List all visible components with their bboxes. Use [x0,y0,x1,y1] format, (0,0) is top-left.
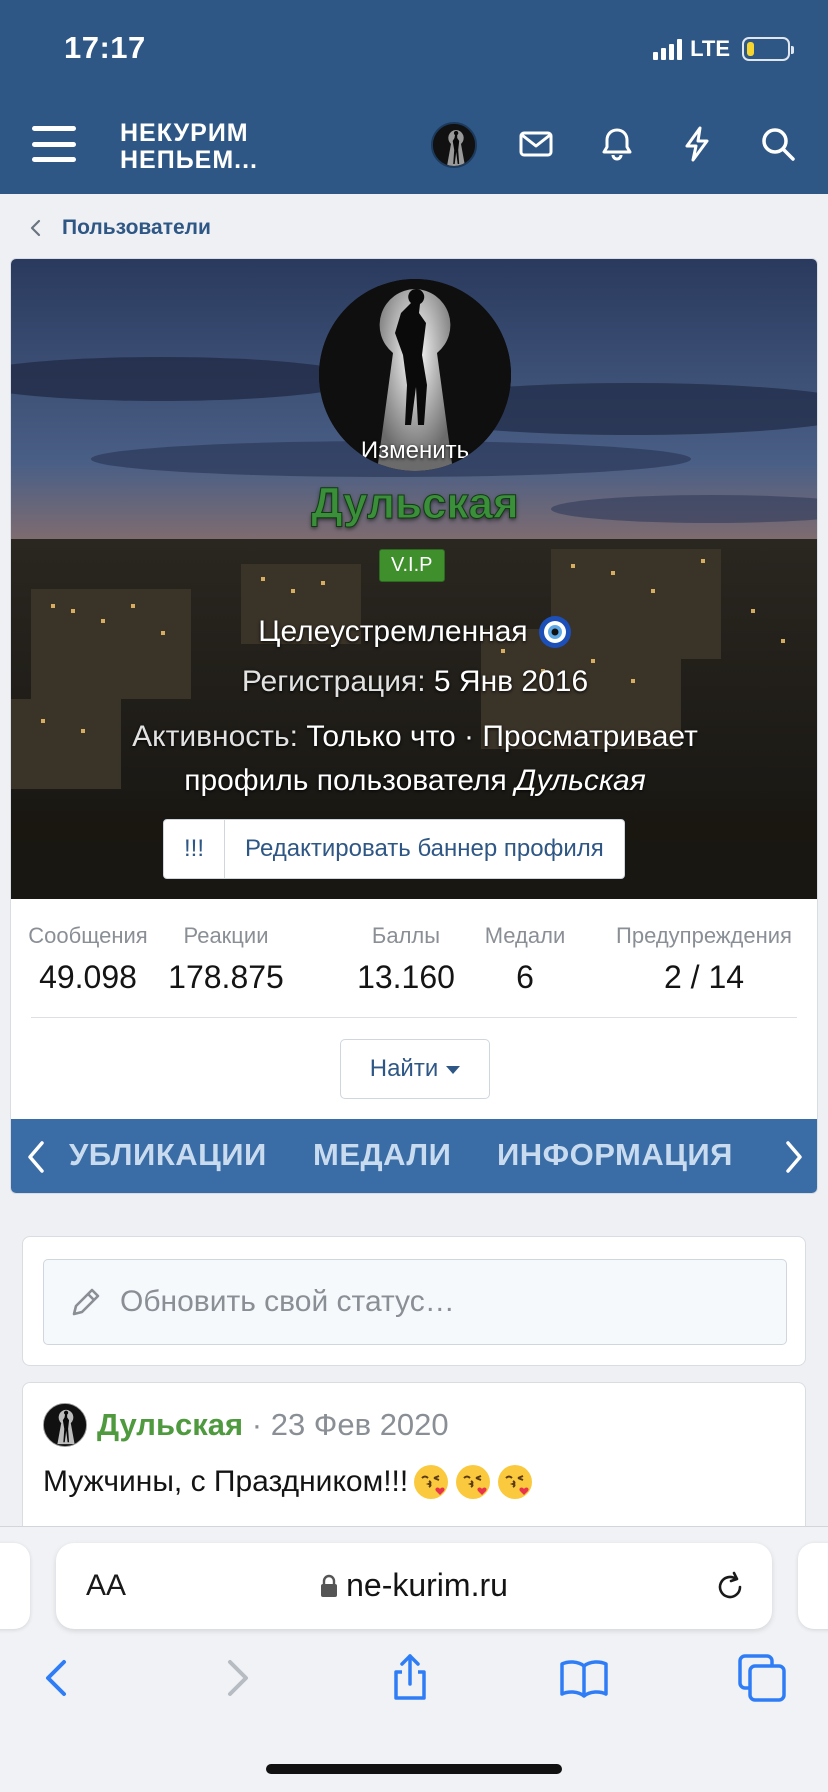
signal-icon [653,38,683,60]
profile-stats: Сообщения 49.098 Реакции 178.875 Баллы 1… [11,899,817,1019]
evil-eye-icon [538,616,571,648]
stat-label: Реакции [183,923,269,948]
user-title: Целеустремленная [11,615,817,649]
banner-button-group: !!! Редактировать баннер профиля [163,819,625,879]
bolt-icon[interactable] [677,124,717,164]
tab-information[interactable]: ИНФОРМАЦИЯ [497,1137,733,1173]
activity-user-link[interactable]: Дульская [515,764,646,797]
stat-label: Сообщения [28,923,148,948]
tabs-scroll-right-icon[interactable] [769,1119,817,1193]
reload-icon[interactable] [712,1569,748,1605]
pencil-icon [72,1288,100,1316]
activity-line: Активность: Только что · Просматривает п… [71,715,759,803]
menu-icon[interactable] [32,126,76,162]
breadcrumb[interactable]: Пользователи [26,216,211,240]
stat-label: Предупреждения [616,923,792,948]
stat-points[interactable]: Баллы 13.160 [343,923,469,996]
home-indicator [266,1764,562,1774]
profile-tabs: УБЛИКАЦИИ МЕДАЛИ ИНФОРМАЦИЯ [11,1119,817,1193]
tabs-scroll-left-icon[interactable] [11,1119,61,1193]
tab-medals[interactable]: МЕДАЛИ [313,1137,451,1173]
edit-banner-button[interactable]: Редактировать баннер профиля [224,820,624,878]
profile-banner: Изменить Дульская V.I.P Целеустремленная… [11,259,817,899]
bell-icon[interactable] [597,124,637,164]
app-header: 17:17 LTE НЕКУРИМ НЕПЬЕМ... [0,0,828,194]
status-indicators: LTE [653,36,794,62]
search-icon[interactable] [758,124,798,164]
profile-avatar[interactable]: Изменить [319,279,511,471]
tabs-icon[interactable] [736,1652,788,1704]
kiss-emoji-icon [456,1465,491,1499]
vip-badge: V.I.P [379,549,445,582]
exclaim-button[interactable]: !!! [164,820,224,878]
stats-divider [31,1017,797,1018]
share-icon[interactable] [384,1652,436,1704]
next-tab-preview[interactable] [798,1543,828,1629]
caret-down-icon [446,1066,461,1074]
profile-card: Изменить Дульская V.I.P Целеустремленная… [10,258,818,1194]
stat-value: 2 / 14 [663,959,745,995]
bookmarks-icon[interactable] [558,1652,610,1704]
stat-messages[interactable]: Сообщения 49.098 [23,923,153,996]
registration-line: Регистрация: 5 Янв 2016 [11,665,817,699]
battery-icon [742,37,794,61]
find-button[interactable]: Найти [340,1039,490,1099]
stat-label: Медали [484,923,566,948]
find-button-label: Найти [369,1055,439,1082]
stat-label: Баллы [371,923,441,948]
user-title-text: Целеустремленная [258,615,528,648]
stat-medals[interactable]: Медали 6 [475,923,575,996]
kiss-emoji-icon [498,1465,533,1499]
lock-icon [321,1574,338,1597]
chevron-left-icon [30,219,41,237]
url-text: ne-kurim.ru [346,1567,508,1603]
site-logo[interactable]: НЕКУРИМ НЕПЬЕМ... [120,120,258,174]
address-bar[interactable]: AA ne-kurim.ru [56,1543,772,1629]
status-update-block: Обновить свой статус… [22,1236,806,1366]
logo-line1: НЕКУРИМ [120,119,249,147]
stat-warnings[interactable]: Предупреждения 2 / 14 [599,923,809,996]
registration-value: 5 Янв 2016 [433,665,589,698]
network-label: LTE [690,36,730,61]
account-avatar[interactable] [431,122,477,168]
tab-publications[interactable]: УБЛИКАЦИИ [69,1137,267,1173]
post-header: Дульская · 23 Фев 2020 [97,1407,449,1442]
logo-line2: НЕПЬЕМ... [120,146,259,174]
registration-label: Регистрация: [241,665,426,698]
post-date[interactable]: 23 Фев 2020 [271,1407,449,1442]
post-body: Мужчины, с Праздником!!! [43,1463,534,1501]
post-author[interactable]: Дульская [97,1407,243,1442]
stat-value: 178.875 [168,959,284,995]
status-time: 17:17 [64,30,146,65]
status-placeholder: Обновить свой статус… [120,1285,455,1318]
activity-label: Активность: [132,720,299,753]
stat-value: 49.098 [39,959,137,995]
status-input[interactable]: Обновить свой статус… [43,1259,787,1345]
prev-tab-preview[interactable] [0,1543,30,1629]
stat-value: 6 [516,959,534,995]
kiss-emoji-icon [414,1465,449,1499]
stat-reactions[interactable]: Реакции 178.875 [161,923,291,996]
post-text: Мужчины, с Праздником!!! [43,1465,409,1498]
profile-username: Дульская [311,479,519,529]
post-avatar[interactable] [43,1403,87,1447]
stat-value: 13.160 [357,959,455,995]
inbox-icon[interactable] [516,124,556,164]
forward-icon[interactable] [210,1652,262,1704]
breadcrumb-label[interactable]: Пользователи [62,216,211,240]
back-icon[interactable] [32,1652,84,1704]
url-display[interactable]: ne-kurim.ru [56,1567,772,1604]
avatar-change-label[interactable]: Изменить [319,437,511,465]
